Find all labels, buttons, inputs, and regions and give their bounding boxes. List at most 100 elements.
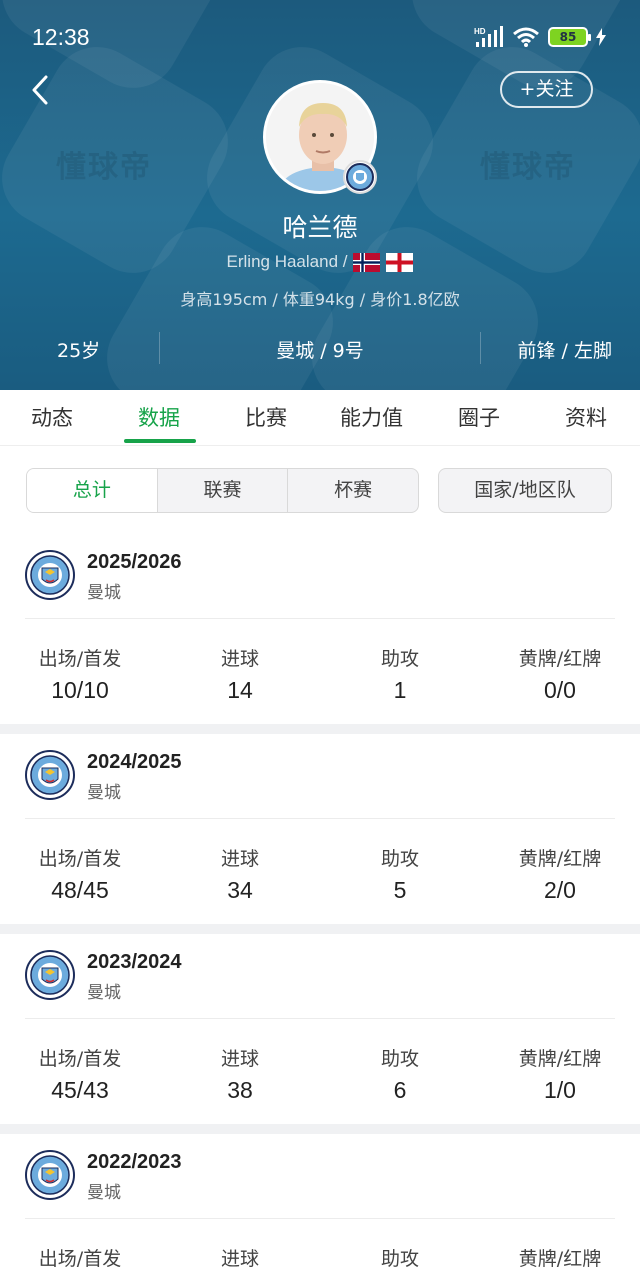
back-icon[interactable] [26,72,56,108]
stat-value-goals: 14 [227,677,253,703]
stat-label-apps: 出场/首发 [38,848,122,870]
player-name: 哈兰德 [282,213,358,242]
stat-goals: 进球 38 [160,1044,320,1104]
divider [25,818,615,819]
player-subline: Erling Haaland / [0,252,640,272]
stat-label-goals: 进球 [220,1248,259,1270]
svg-text:HD: HD [474,27,486,36]
stat-goals: 进球 14 [160,644,320,704]
stat-label-apps: 出场/首发 [38,648,122,670]
stat-apps: 出场/首发 53/53 [0,1244,160,1279]
follow-button[interactable]: +关注 [500,71,593,108]
man-city-crest-icon [25,550,75,600]
status-icons: HD 85 [474,26,606,48]
season-club: 曼城 [87,983,121,1003]
stat-value-cards: 1/0 [544,1077,576,1103]
active-tab-indicator [124,439,196,443]
england-flag-icon [386,252,414,272]
man-city-crest-icon [25,950,75,1000]
player-english-name: Erling Haaland / [226,252,348,271]
wifi-icon [513,27,539,47]
stat-label-goals: 进球 [220,848,259,870]
stat-value-cards: 2/0 [544,877,576,903]
season-card[interactable]: 2023/2024 曼城 出场/首发 45/43 进球 38 助攻 6 黄牌/红… [0,934,640,1124]
filter-cup[interactable]: 杯赛 [287,469,418,512]
player-position: 前锋 / 左脚 [517,340,612,362]
stat-label-assists: 助攻 [380,648,419,670]
status-time: 12:38 [32,24,90,50]
stat-cards: 黄牌/红牌 1/0 [480,1044,640,1104]
filter-league[interactable]: 联赛 [156,469,288,512]
stat-label-cards: 黄牌/红牌 [518,1248,602,1270]
stat-value-cards: 0/0 [544,677,576,703]
filter-bar: 总计 联赛 杯赛 国家/地区队 [0,446,640,534]
player-info-line: 身高195cm / 体重94kg / 身价1.8亿欧 [180,290,460,309]
tab-bar: 动态 数据 比赛 能力值 圈子 资料 [0,390,640,446]
stat-cards: 黄牌/红牌 2/0 [480,844,640,904]
stat-apps: 出场/首发 10/10 [0,644,160,704]
stat-label-cards: 黄牌/红牌 [518,848,602,870]
tab-profile[interactable]: 资料 [565,402,607,432]
status-bar: 12:38 HD 85 [0,0,640,70]
stat-assists: 助攻 5 [320,844,480,904]
stat-cards: 黄牌/红牌 0/0 [480,644,640,704]
divider [25,1018,615,1019]
season-label: 2025/2026 [87,551,182,573]
season-label: 2023/2024 [87,951,182,973]
divider [25,1218,615,1219]
tab-feed[interactable]: 动态 [31,402,73,432]
season-club: 曼城 [87,783,121,803]
tab-data[interactable]: 数据 [138,402,180,432]
player-meta-row: 25岁 曼城 / 9号 前锋 / 左脚 [0,330,640,366]
divider [25,618,615,619]
stat-value-goals: 34 [227,877,253,903]
stat-label-apps: 出场/首发 [38,1048,122,1070]
stat-value-assists: 1 [393,677,407,703]
norway-flag-icon [353,252,381,272]
stat-value-assists: 6 [393,1077,407,1103]
battery-icon: 85 [548,27,591,47]
stat-value-apps: 45/43 [51,1077,109,1103]
signal-icon: HD [474,26,503,47]
stat-label-assists: 助攻 [380,1048,419,1070]
season-club: 曼城 [87,1183,121,1203]
stat-label-cards: 黄牌/红牌 [518,648,602,670]
stat-label-goals: 进球 [220,1048,259,1070]
tab-community[interactable]: 圈子 [458,402,500,432]
season-card[interactable]: 2022/2023 曼城 出场/首发 53/53 进球 52 助攻 9 黄牌/红… [0,1134,640,1279]
stat-apps: 出场/首发 45/43 [0,1044,160,1104]
stat-goals: 进球 52 [160,1244,320,1279]
stat-assists: 助攻 1 [320,644,480,704]
stat-goals: 进球 34 [160,844,320,904]
stat-label-apps: 出场/首发 [38,1248,122,1270]
stat-assists: 助攻 9 [320,1244,480,1279]
season-card[interactable]: 2025/2026 曼城 出场/首发 10/10 进球 14 助攻 1 黄牌/红… [0,534,640,724]
stat-assists: 助攻 6 [320,1044,480,1104]
charging-icon [596,28,606,46]
season-label: 2024/2025 [87,751,182,773]
stat-value-goals: 38 [227,1077,253,1103]
stat-label-goals: 进球 [220,648,259,670]
season-card[interactable]: 2024/2025 曼城 出场/首发 48/45 进球 34 助攻 5 黄牌/红… [0,734,640,924]
man-city-crest-icon [25,1150,75,1200]
stat-value-apps: 10/10 [51,677,109,703]
divider [480,332,481,364]
stat-cards: 黄牌/红牌 6/0 [480,1244,640,1279]
filter-national-team[interactable]: 国家/地区队 [438,468,612,513]
competition-segmented-control: 总计 联赛 杯赛 [26,468,419,513]
stat-value-apps: 48/45 [51,877,109,903]
stat-apps: 出场/首发 48/45 [0,844,160,904]
tab-matches[interactable]: 比赛 [245,402,287,432]
man-city-crest-icon [25,750,75,800]
watermark: 懂球帝 [480,150,576,185]
tab-ability[interactable]: 能力值 [340,402,403,432]
stat-label-assists: 助攻 [380,848,419,870]
season-label: 2022/2023 [87,1151,182,1173]
stat-label-assists: 助攻 [380,1248,419,1270]
club-badge-icon [343,160,377,194]
filter-total[interactable]: 总计 [27,469,157,512]
stat-label-cards: 黄牌/红牌 [518,1048,602,1070]
stat-value-assists: 5 [393,877,407,903]
watermark: 懂球帝 [56,150,152,185]
player-header: 懂球帝 懂球帝 12:38 HD 85 +关注 哈兰德 Erling Haala… [0,0,640,390]
